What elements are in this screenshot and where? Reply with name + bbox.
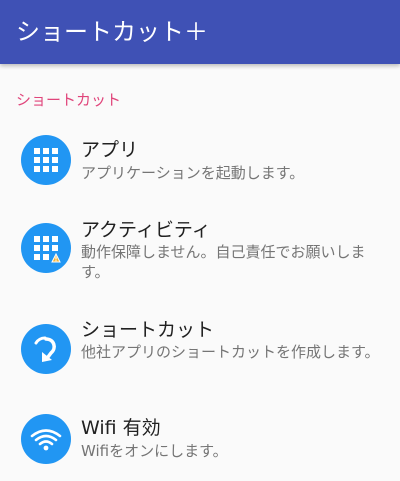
shortcut-arrow-icon (21, 324, 71, 374)
apps-grid-warning-icon (21, 223, 71, 273)
app-bar: ショートカット＋ (0, 0, 400, 64)
list-item-shortcut[interactable]: ショートカット 他社アプリのショートカットを作成します。 (0, 308, 400, 390)
item-summary: 動作保障しません。自己責任でお願いします。 (81, 243, 366, 281)
wifi-icon (21, 414, 71, 464)
apps-grid-icon (21, 135, 71, 185)
list-item-activity[interactable]: アクティビティ 動作保障しません。自己責任でお願いします。 (0, 208, 400, 290)
list-item-wifi[interactable]: Wifi 有効 Wifiをオンにします。 (0, 406, 400, 470)
item-summary: アプリケーションを起動します。 (81, 164, 305, 182)
item-title: Wifi 有効 (81, 417, 161, 439)
section-header: ショートカット (16, 91, 122, 109)
list-item-app[interactable]: アプリ アプリケーションを起動します。 (0, 128, 400, 193)
item-title: アプリ (81, 139, 139, 161)
item-summary: Wifiをオンにします。 (81, 442, 228, 460)
app-screen: ショートカット＋ ショートカット アプリ アプリケーションを起動します。 アクテ… (0, 0, 400, 481)
item-summary: 他社アプリのショートカットを作成します。 (81, 343, 380, 361)
item-title: アクティビティ (81, 219, 211, 241)
item-title: ショートカット (81, 319, 215, 341)
app-title: ショートカット＋ (16, 18, 208, 46)
